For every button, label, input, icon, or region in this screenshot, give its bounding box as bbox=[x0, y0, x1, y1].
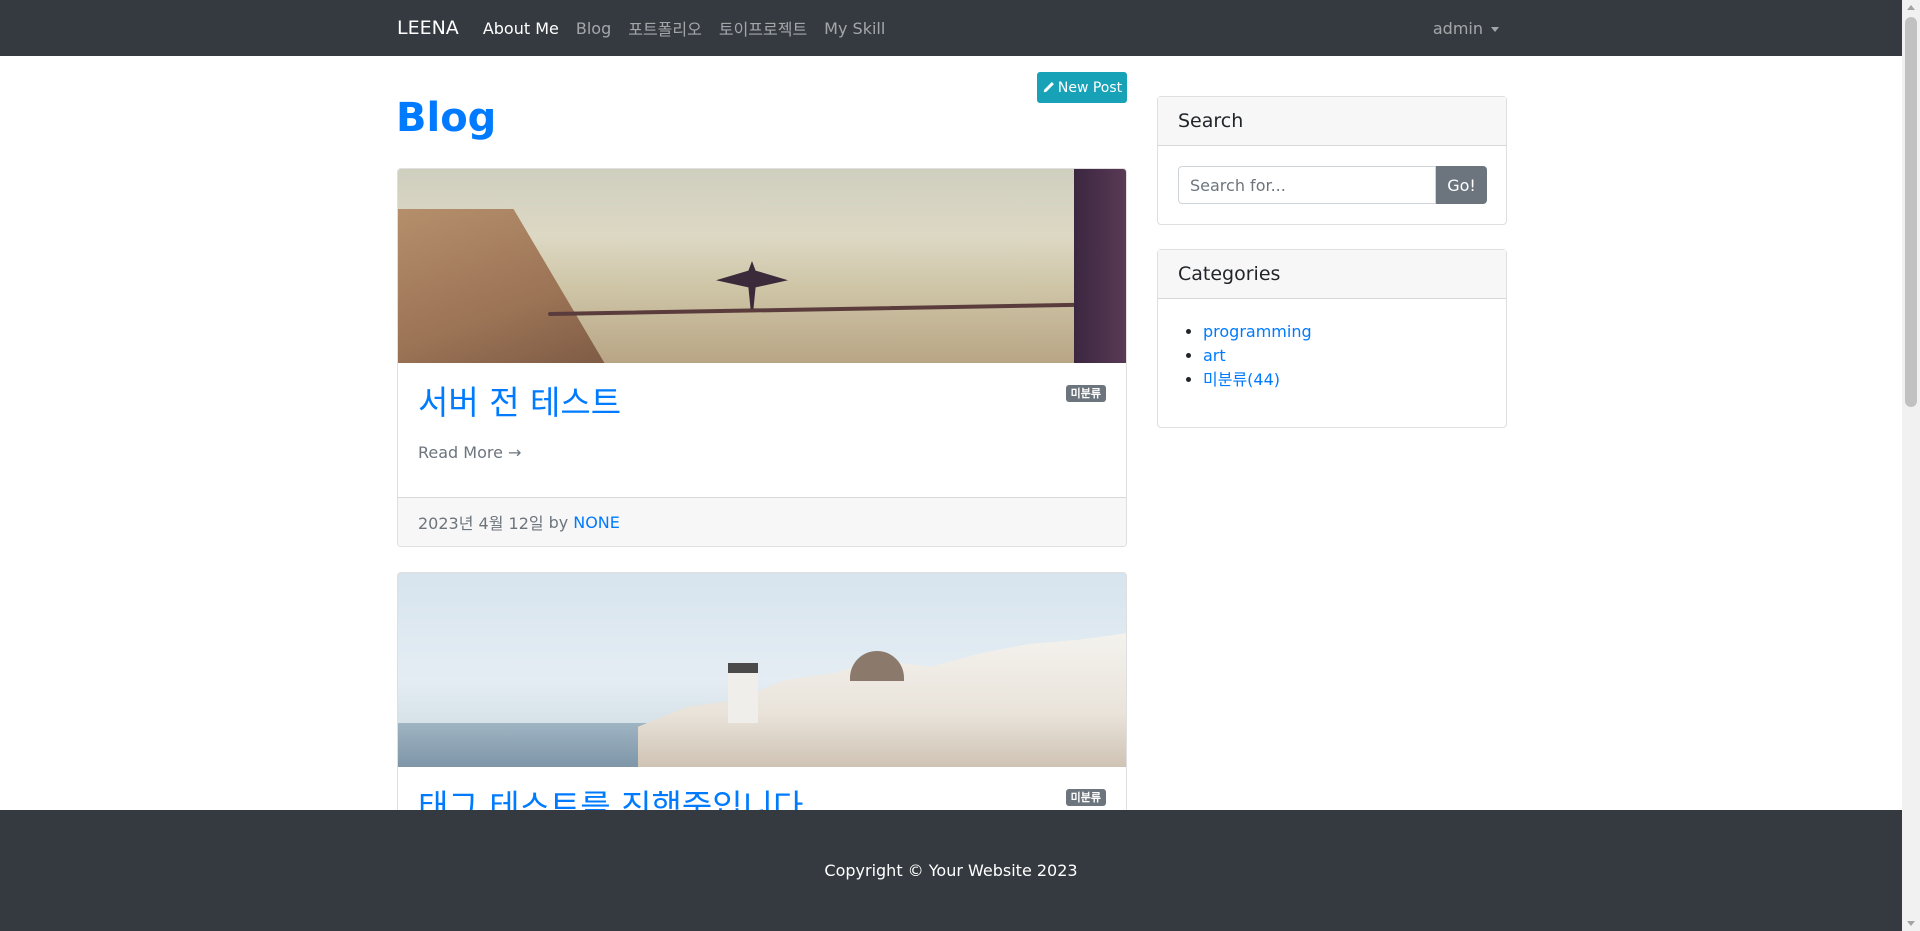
post-by-label: by bbox=[548, 512, 569, 532]
copyright-text: Copyright © Your Website 2023 bbox=[824, 861, 1078, 880]
categories-widget: Categories programming art 미분류(44) bbox=[1157, 249, 1507, 428]
post-card-body: 서버 전 테스트 미분류 Read More → bbox=[398, 363, 1126, 462]
user-menu-dropdown[interactable]: admin bbox=[1433, 19, 1499, 38]
post-title-link[interactable]: 서버 전 테스트 bbox=[418, 383, 621, 422]
post-author-link[interactable]: NONE bbox=[573, 513, 620, 532]
list-item: programming bbox=[1203, 320, 1312, 344]
brand-logo-link[interactable]: LEENA bbox=[397, 17, 459, 39]
nav-link-my-skill[interactable]: My Skill bbox=[824, 19, 885, 38]
scroll-down-arrow-icon[interactable] bbox=[1907, 921, 1915, 926]
image-windmill-shape bbox=[728, 663, 758, 723]
category-badge: 미분류 bbox=[1065, 789, 1106, 807]
nav-link-about-me[interactable]: About Me bbox=[483, 19, 559, 38]
scrollbar-thumb[interactable] bbox=[1905, 17, 1917, 407]
category-link-programming[interactable]: programming bbox=[1203, 322, 1312, 341]
nav-link-portfolio[interactable]: 포트폴리오 bbox=[628, 16, 702, 40]
page-title: Blog bbox=[396, 95, 497, 141]
category-link-uncategorized[interactable]: 미분류(44) bbox=[1203, 370, 1280, 389]
pencil-icon bbox=[1043, 82, 1054, 93]
post-date: 2023년 4월 12일 bbox=[418, 514, 544, 533]
category-list: programming art 미분류(44) bbox=[1203, 320, 1312, 392]
post-thumbnail-image[interactable] bbox=[398, 169, 1126, 363]
read-more-link[interactable]: Read More → bbox=[418, 443, 521, 462]
post-thumbnail-image[interactable] bbox=[398, 573, 1126, 767]
search-widget: Search Go! bbox=[1157, 96, 1507, 225]
nav-link-blog[interactable]: Blog bbox=[576, 19, 611, 38]
search-input-group: Go! bbox=[1178, 166, 1487, 204]
new-post-button[interactable]: New Post bbox=[1037, 72, 1127, 103]
nav-link-toy-project[interactable]: 토이프로젝트 bbox=[719, 16, 807, 40]
scroll-up-arrow-icon[interactable] bbox=[1907, 5, 1915, 10]
navbar-container: LEENA About Me Blog 포트폴리오 토이프로젝트 My Skil… bbox=[397, 0, 1507, 56]
site-footer: Copyright © Your Website 2023 bbox=[0, 810, 1902, 931]
image-pillar-shape bbox=[1074, 169, 1126, 363]
search-go-button[interactable]: Go! bbox=[1436, 166, 1487, 204]
image-rope-shape bbox=[548, 301, 1126, 317]
post-card: 서버 전 테스트 미분류 Read More → 2023년 4월 12일 by… bbox=[397, 168, 1127, 547]
top-navbar: LEENA About Me Blog 포트폴리오 토이프로젝트 My Skil… bbox=[0, 0, 1902, 56]
list-item: art bbox=[1203, 344, 1312, 368]
new-post-label: New Post bbox=[1057, 79, 1123, 96]
image-bird-shape bbox=[716, 261, 788, 309]
search-input[interactable] bbox=[1178, 166, 1436, 204]
image-dome-shape bbox=[850, 651, 904, 681]
category-badge: 미분류 bbox=[1065, 385, 1106, 403]
search-widget-title: Search bbox=[1158, 97, 1506, 146]
list-item: 미분류(44) bbox=[1203, 368, 1312, 392]
page-scrollbar[interactable] bbox=[1902, 0, 1920, 931]
categories-widget-title: Categories bbox=[1158, 250, 1506, 299]
caret-down-icon bbox=[1491, 26, 1499, 32]
user-menu-label: admin bbox=[1432, 18, 1483, 38]
image-dock-shape bbox=[398, 209, 608, 363]
category-link-art[interactable]: art bbox=[1203, 346, 1226, 365]
post-card-footer: 2023년 4월 12일 by NONE bbox=[398, 497, 1126, 546]
